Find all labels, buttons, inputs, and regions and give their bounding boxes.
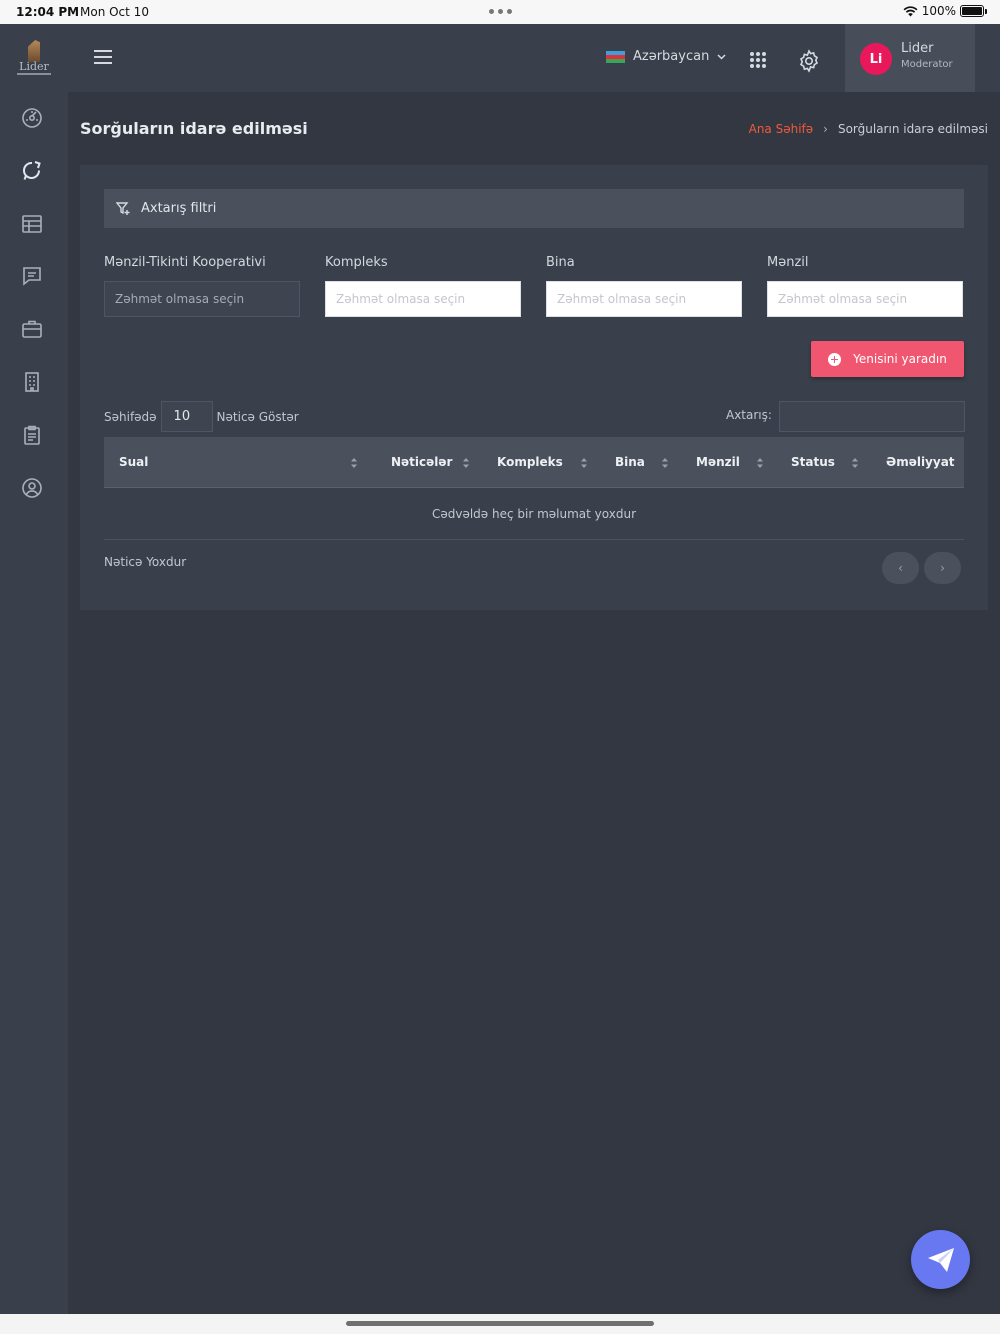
plus-circle-icon [828, 352, 842, 366]
pagination-next-button[interactable]: › [924, 552, 961, 584]
avatar: Li [860, 43, 892, 75]
breadcrumb-current: Sorğuların idarə edilməsi [837, 122, 988, 136]
status-date: Mon Oct 10 [80, 5, 149, 19]
language-selector[interactable]: Azərbaycan [606, 49, 726, 64]
wifi-icon [903, 6, 918, 17]
create-new-button[interactable]: Yenisini yaradın [811, 341, 964, 377]
column-building[interactable]: Bina [615, 455, 645, 469]
message-icon[interactable] [19, 263, 45, 289]
complex-label: Kompleks [325, 255, 388, 270]
sort-icon[interactable] [462, 457, 470, 469]
per-page-suffix: Nəticə Göstər [216, 409, 299, 424]
apps-grid-icon[interactable] [750, 52, 766, 68]
status-bar: 12:04 PM Mon Oct 10 100% [0, 0, 1000, 24]
result-info: Nəticə Yoxdur [104, 555, 187, 569]
filter-title: Axtarış filtri [141, 201, 217, 216]
building-select[interactable]: Zəhmət olmasa seçin [546, 281, 742, 317]
user-name: Lider [901, 41, 934, 56]
building-label: Bina [546, 255, 575, 270]
sort-icon[interactable] [350, 457, 358, 469]
home-indicator[interactable] [346, 1321, 654, 1326]
multitasking-dots-icon[interactable] [489, 9, 512, 14]
filter-header[interactable]: Axtarış filtri [104, 189, 964, 228]
paper-plane-icon [927, 1247, 954, 1272]
column-actions: Əməliyyat [886, 455, 955, 469]
sort-icon[interactable] [580, 457, 588, 469]
search-input[interactable] [779, 401, 965, 432]
cooperative-label: Mənzil-Tikinti Kooperativi [104, 255, 266, 270]
sidebar: Lider [0, 24, 68, 1314]
sort-icon[interactable] [756, 457, 764, 469]
refresh-chat-icon[interactable] [19, 158, 45, 184]
apartment-label: Mənzil [767, 255, 809, 270]
main-card: Axtarış filtri Mənzil-Tikinti Kooperativ… [80, 165, 988, 610]
column-status[interactable]: Status [791, 455, 835, 469]
briefcase-icon[interactable] [19, 316, 45, 342]
gear-icon[interactable] [797, 49, 821, 73]
column-apartment[interactable]: Mənzil [696, 455, 740, 469]
status-time: 12:04 PM [16, 5, 80, 19]
chevron-right-icon: › [823, 122, 828, 136]
table-header: Sual Nəticələr Kompleks Bina Mənzil Stat… [104, 437, 964, 488]
top-bar: Azərbaycan Li Lider Moderator [68, 24, 1000, 92]
search-label: Axtarış: [726, 408, 772, 422]
user-role: Moderator [901, 59, 953, 70]
chevron-down-icon [717, 53, 726, 60]
logo[interactable]: Lider [16, 40, 52, 78]
clipboard-icon[interactable] [19, 422, 45, 448]
language-label: Azərbaycan [633, 49, 710, 64]
user-circle-icon[interactable] [19, 475, 45, 501]
per-page-select[interactable]: 10 [160, 401, 213, 432]
dashboard-icon[interactable] [19, 105, 45, 131]
send-fab-button[interactable] [911, 1230, 970, 1289]
page-title: Sorğuların idarə edilməsi [80, 119, 308, 138]
column-results[interactable]: Nəticələr [391, 455, 452, 469]
breadcrumb-home-link[interactable]: Ana Səhifə [749, 122, 814, 136]
pagination-prev-button[interactable]: ‹ [882, 552, 919, 584]
status-right: 100% [903, 4, 987, 18]
create-new-label: Yenisini yaradın [853, 352, 947, 366]
battery-percent: 100% [921, 4, 956, 18]
user-profile[interactable]: Li Lider Moderator [845, 24, 975, 92]
building-icon[interactable] [19, 369, 45, 395]
sort-icon[interactable] [851, 457, 859, 469]
complex-select[interactable]: Zəhmət olmasa seçin [325, 281, 521, 317]
logo-text: Lider [19, 60, 49, 73]
per-page-control: Səhifədə 10 Nəticə Göstər [104, 401, 299, 432]
column-question[interactable]: Sual [119, 455, 148, 469]
sort-icon[interactable] [661, 457, 669, 469]
table-icon[interactable] [19, 211, 45, 237]
hamburger-menu-icon[interactable] [94, 50, 112, 64]
apartment-select[interactable]: Zəhmət olmasa seçin [767, 281, 963, 317]
breadcrumb: Ana Səhifə › Sorğuların idarə edilməsi [749, 122, 988, 136]
per-page-prefix: Səhifədə [104, 409, 157, 424]
table-empty-row: Cədvəldə heç bir məlumat yoxdur [104, 488, 964, 540]
filter-icon [116, 201, 130, 215]
cooperative-select[interactable]: Zəhmət olmasa seçin [104, 281, 300, 317]
battery-icon [960, 5, 987, 17]
column-complex[interactable]: Kompleks [497, 455, 563, 469]
azerbaijan-flag-icon [606, 50, 625, 63]
